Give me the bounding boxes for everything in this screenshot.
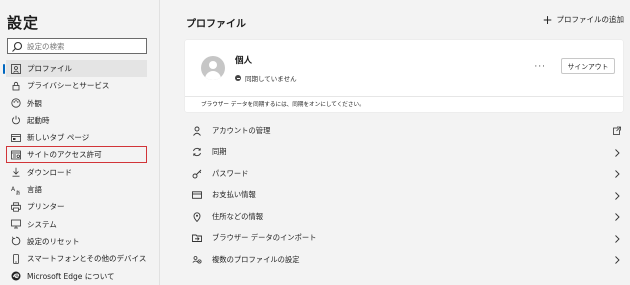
chevron-right-icon [615, 213, 620, 221]
sidebar-item-profile[interactable]: プロファイル [3, 60, 147, 77]
download-icon [11, 167, 21, 177]
plus-icon: + [542, 12, 553, 27]
sync-status: 同期していません [235, 73, 297, 83]
menu-item-passwords[interactable]: パスワード [185, 163, 623, 185]
sidebar-item-label: サイトのアクセス許可 [27, 150, 102, 160]
section-title: プロファイル [186, 19, 246, 30]
menu-item-sync[interactable]: 同期 [185, 142, 623, 164]
sidebar-item-label: 外観 [27, 98, 42, 108]
sidebar-item-label: ダウンロード [27, 167, 72, 177]
sidebar-item-label: スマートフォンとその他のデバイス [27, 254, 147, 264]
person-icon [192, 126, 202, 136]
sidebar-item-about[interactable]: Microsoft Edge について [6, 268, 147, 285]
main-content: プロファイル + プロファイルの追加 個人 同期していません ··· サインアウ… [161, 0, 630, 285]
sync-status-label: 同期していません [245, 75, 297, 83]
add-profile-button[interactable]: + プロファイルの追加 [542, 12, 625, 27]
menu-item-label: パスワード [212, 168, 249, 178]
sidebar-item-downloads[interactable]: ダウンロード [6, 164, 147, 181]
search-box[interactable] [7, 38, 147, 54]
printer-icon [11, 202, 21, 212]
import-icon [192, 233, 202, 243]
sidebar-item-reset[interactable]: 設定のリセット [6, 233, 147, 250]
sidebar-item-system[interactable]: システム [6, 216, 147, 233]
multi-profile-icon [192, 255, 202, 265]
sidebar-item-label: 設定のリセット [27, 236, 80, 246]
credit-card-icon [192, 190, 202, 200]
sync-icon [192, 147, 202, 157]
svg-text:あ: あ [16, 190, 21, 195]
language-icon: Aあ [11, 185, 21, 195]
profile-name: 個人 [235, 56, 253, 66]
menu-item-multi-profile[interactable]: 複数のプロファイルの設定 [185, 249, 623, 271]
sidebar-item-startup[interactable]: 起動時 [6, 112, 147, 129]
sidebar: 設定 プロファイル プライバシーとサービス 外観 起動時 新しいタブ ページ [0, 0, 160, 285]
page-title: 設定 [7, 14, 40, 32]
sidebar-item-privacy[interactable]: プライバシーとサービス [6, 77, 147, 94]
menu-item-label: お支払い情報 [212, 190, 256, 200]
sidebar-item-label: Microsoft Edge について [27, 271, 115, 281]
site-permissions-icon [11, 150, 21, 160]
sidebar-nav: プロファイル プライバシーとサービス 外観 起動時 新しいタブ ページ サイトの… [0, 60, 160, 285]
sign-out-button[interactable]: サインアウト [561, 58, 615, 74]
sync-off-icon [235, 75, 241, 81]
search-icon [10, 39, 24, 53]
sidebar-item-label: プリンター [27, 202, 65, 212]
profile-menu: アカウントの管理 同期 パスワード お支払い情報 住所などの情報 ブラウザー デ… [185, 120, 623, 271]
menu-item-manage-account[interactable]: アカウントの管理 [185, 120, 623, 142]
location-icon [192, 212, 202, 222]
sidebar-item-languages[interactable]: Aあ 言語 [6, 181, 147, 198]
sidebar-item-label: 言語 [27, 185, 42, 195]
sidebar-item-label: プロファイル [27, 64, 72, 73]
chevron-right-icon [615, 148, 620, 157]
edge-icon [11, 271, 21, 281]
divider [185, 96, 623, 97]
lock-icon [11, 81, 21, 91]
search-input[interactable] [27, 41, 145, 51]
external-link-icon [613, 126, 621, 135]
sidebar-item-new-tab[interactable]: 新しいタブ ページ [6, 129, 147, 146]
sync-note: ブラウザー データを同期するには、同期をオンにしてください。 [201, 102, 365, 108]
menu-item-payment[interactable]: お支払い情報 [185, 185, 623, 207]
profile-icon [11, 63, 21, 74]
sidebar-item-appearance[interactable]: 外観 [6, 95, 147, 112]
add-profile-label: プロファイルの追加 [556, 15, 625, 24]
menu-item-import[interactable]: ブラウザー データのインポート [185, 228, 623, 250]
power-icon [11, 115, 21, 125]
chevron-right-icon [615, 170, 620, 178]
menu-item-label: アカウントの管理 [212, 125, 271, 135]
avatar [201, 56, 225, 80]
more-options-button[interactable]: ··· [534, 62, 546, 72]
sidebar-item-label: システム [27, 219, 57, 229]
sidebar-item-label: プライバシーとサービス [27, 81, 110, 91]
chevron-right-icon [615, 256, 620, 264]
sidebar-item-label: 新しいタブ ページ [27, 133, 90, 143]
key-icon [192, 169, 202, 179]
profile-card: 個人 同期していません ··· サインアウト ブラウザー データを同期するには、… [185, 40, 623, 112]
menu-item-label: ブラウザー データのインポート [212, 233, 317, 243]
palette-icon [11, 98, 21, 108]
sidebar-item-label: 起動時 [27, 115, 50, 125]
menu-item-label: 住所などの情報 [212, 211, 264, 221]
chevron-right-icon [615, 191, 620, 200]
system-icon [11, 219, 21, 229]
sidebar-item-printers[interactable]: プリンター [6, 198, 147, 215]
new-tab-icon [11, 133, 21, 143]
menu-item-label: 複数のプロファイルの設定 [212, 254, 300, 264]
phone-icon [11, 253, 21, 264]
sidebar-item-phone[interactable]: スマートフォンとその他のデバイス [6, 250, 147, 267]
sidebar-item-site-permissions[interactable]: サイトのアクセス許可 [6, 146, 147, 164]
reset-icon [11, 236, 21, 246]
menu-item-addresses[interactable]: 住所などの情報 [185, 206, 623, 228]
menu-item-label: 同期 [212, 147, 227, 157]
chevron-right-icon [615, 234, 620, 243]
